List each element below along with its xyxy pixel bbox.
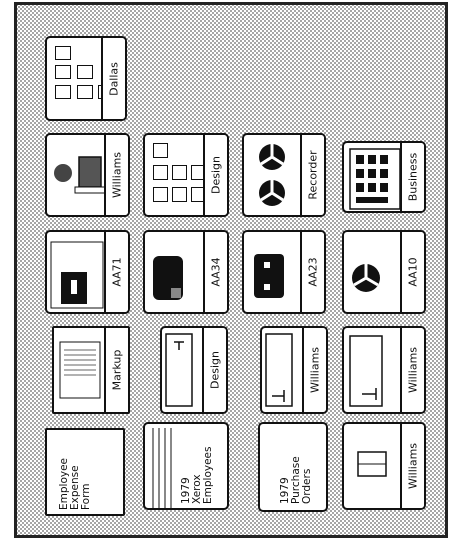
xerox-employees-icon[interactable]: 1979 Xerox Employees — [143, 422, 229, 510]
printer-icon — [254, 254, 284, 298]
xerox-employees-label: 1979 Xerox Employees — [180, 446, 214, 504]
person-icon — [172, 187, 187, 202]
business-calculator-icon[interactable]: Business — [342, 141, 426, 213]
printer-aa71-icon[interactable]: AA71 — [45, 230, 130, 314]
williams-folder-2-icon[interactable]: Williams — [342, 326, 426, 414]
dallas-icon[interactable]: Dallas — [45, 36, 127, 121]
file-icon — [55, 85, 71, 99]
calculator-icon — [349, 148, 401, 210]
markup-label: Markup — [104, 328, 128, 412]
design-directory-icon[interactable]: Design — [143, 133, 229, 217]
printer-icon — [352, 264, 380, 292]
recorder-label: Recorder — [300, 135, 324, 215]
dallas-label: Dallas — [101, 38, 125, 119]
record-icon — [357, 451, 387, 477]
aa71-label: AA71 — [104, 232, 128, 312]
cabinet-icon — [55, 46, 71, 60]
person-icon — [172, 165, 187, 180]
williams-label: Williams — [104, 135, 128, 215]
aa23-label: AA23 — [300, 232, 324, 312]
reel-icon — [259, 144, 285, 206]
in-basket-icon — [77, 85, 93, 99]
printer-aa10-icon[interactable]: AA10 — [342, 230, 426, 314]
drawer-icon — [55, 65, 71, 79]
williams-mailbox-icon[interactable]: Williams — [45, 133, 130, 217]
design-label: Design — [203, 135, 227, 215]
printer-aa23-icon[interactable]: AA23 — [242, 230, 326, 314]
markup-document-icon[interactable]: Markup — [52, 326, 130, 414]
design-folder-icon[interactable]: Design — [160, 326, 228, 414]
williams-folder-2-label: Williams — [400, 328, 424, 412]
person-icon — [153, 165, 168, 180]
printer-aa34-icon[interactable]: AA34 — [143, 230, 229, 314]
person-icon — [153, 187, 168, 202]
document-icon — [59, 341, 101, 399]
purchase-orders-label: 1979 Purchase Orders — [279, 456, 313, 504]
mailbox-icon — [54, 156, 106, 194]
williams-folder-1-icon[interactable]: Williams — [260, 326, 328, 414]
expense-form-icon[interactable]: Employee Expense Form — [45, 428, 125, 516]
aa10-label: AA10 — [400, 232, 424, 312]
design-folder-label: Design — [202, 328, 226, 412]
purchase-orders-icon[interactable]: 1979 Purchase Orders — [258, 422, 328, 512]
aa34-label: AA34 — [203, 232, 227, 312]
printer-icon — [153, 256, 183, 300]
printer-icon — [50, 241, 104, 309]
business-label: Business — [400, 143, 424, 211]
williams-record-label: Williams — [400, 424, 424, 508]
folder-icon — [77, 65, 93, 79]
williams-folder-1-label: Williams — [302, 328, 326, 412]
recorder-icon[interactable]: Recorder — [242, 133, 326, 217]
folder-icon — [349, 335, 383, 407]
williams-record-icon[interactable]: Williams — [342, 422, 426, 510]
expense-form-label: Employee Expense Form — [58, 457, 92, 510]
person-icon — [153, 143, 168, 158]
